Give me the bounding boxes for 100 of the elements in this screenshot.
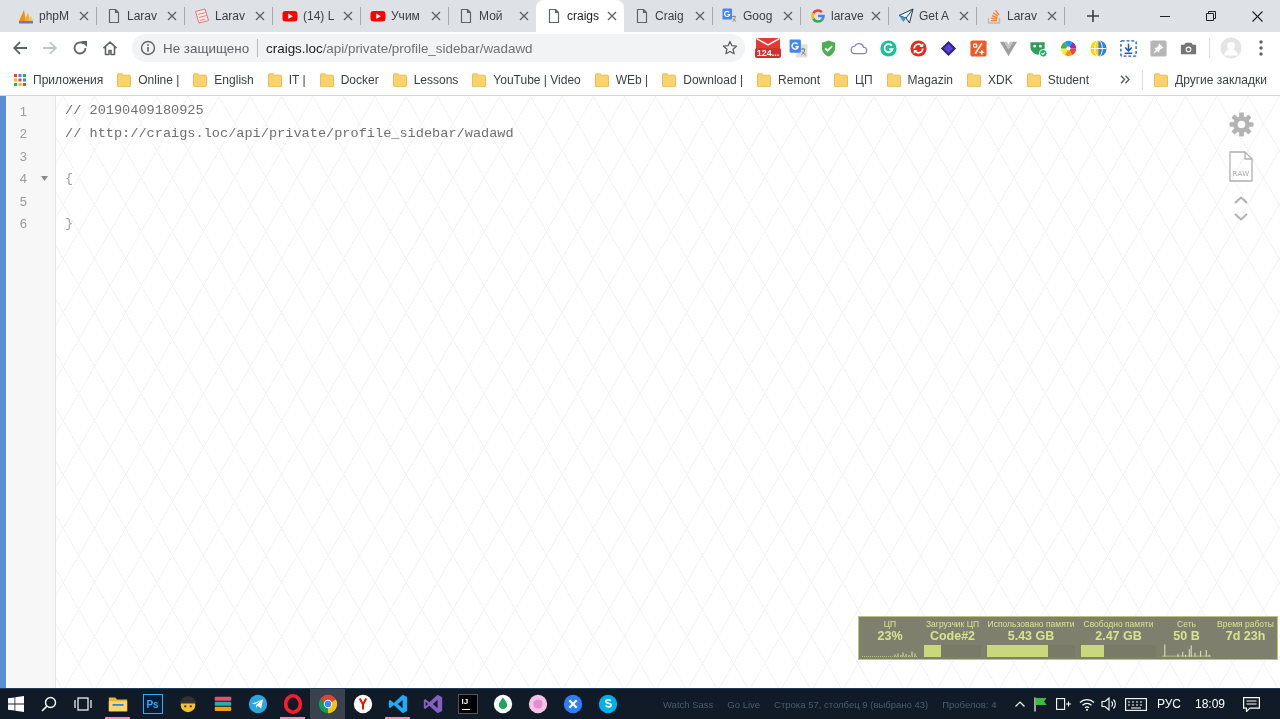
play-logo-icon bbox=[282, 8, 298, 24]
cross-circle-icon[interactable] bbox=[561, 693, 584, 715]
download-icon[interactable] bbox=[1118, 38, 1138, 58]
stack-logo-icon bbox=[986, 8, 1002, 24]
minimize-icon[interactable] bbox=[1160, 15, 1170, 17]
code-line: } bbox=[65, 214, 74, 233]
keyboard-icon[interactable] bbox=[1124, 697, 1147, 711]
circle-logo-icon[interactable] bbox=[526, 693, 549, 715]
paper-plane-icon[interactable] bbox=[246, 693, 269, 715]
browser-tab[interactable]: Goog bbox=[712, 0, 800, 32]
browser-tab[interactable]: larave bbox=[800, 0, 888, 32]
browser-tab[interactable]: Larav bbox=[976, 0, 1064, 32]
y-circle-icon[interactable] bbox=[351, 693, 374, 715]
fold-arrow-icon[interactable] bbox=[40, 176, 48, 182]
bookmark-folder[interactable]: Student bbox=[1019, 66, 1097, 93]
browser-tab[interactable]: Учим bbox=[360, 0, 448, 32]
folder-icon bbox=[966, 72, 981, 87]
plus-icon[interactable] bbox=[1087, 10, 1099, 22]
folder-icon bbox=[757, 72, 772, 87]
taskbar-button[interactable] bbox=[310, 689, 345, 719]
metric-value: Code#2 bbox=[929, 629, 976, 644]
start-icon[interactable] bbox=[8, 696, 24, 712]
app-logo-tile[interactable]: Ps bbox=[142, 694, 163, 714]
menu-icon[interactable] bbox=[1259, 40, 1263, 56]
metric-label: Загрузчик ЦП bbox=[925, 619, 980, 629]
segmented-circle-icon[interactable] bbox=[316, 693, 339, 715]
ribbon-logo-icon[interactable] bbox=[386, 693, 409, 715]
url-text[interactable]: craigs.loc/api/private/profile_sidebar/wadawd bbox=[266, 40, 533, 56]
clock-time[interactable]: 18:09 bbox=[1185, 689, 1234, 719]
security-label[interactable]: Не защищено bbox=[163, 40, 250, 56]
close-icon[interactable] bbox=[607, 11, 617, 21]
metric-value: 23% bbox=[877, 629, 903, 644]
bookmark-star-icon[interactable] bbox=[722, 40, 738, 56]
home-icon[interactable] bbox=[102, 40, 118, 56]
status-bar-text: Go Live bbox=[727, 698, 761, 710]
layers-icon[interactable] bbox=[938, 38, 958, 58]
apps-button[interactable]: Приложения bbox=[7, 66, 111, 93]
sketch-page-icon bbox=[194, 8, 210, 24]
bookmark-folder[interactable]: English bbox=[186, 66, 261, 93]
bookmark-folder[interactable]: IT | bbox=[260, 66, 313, 93]
device-icon[interactable] bbox=[1055, 698, 1072, 710]
language-indicator[interactable]: РУС bbox=[1151, 689, 1186, 719]
browser-tab[interactable]: Get A bbox=[888, 0, 976, 32]
bookmark-folder[interactable]: Online | bbox=[110, 66, 187, 93]
bookmark-folder[interactable]: ЦП bbox=[827, 66, 880, 93]
page-icon bbox=[634, 8, 650, 24]
code-line: { bbox=[65, 169, 74, 188]
back-icon[interactable] bbox=[12, 40, 28, 56]
wifi-icon[interactable] bbox=[1078, 697, 1095, 711]
bookmark-folder[interactable]: Download | bbox=[655, 66, 751, 93]
bookmark-folder[interactable]: Remont bbox=[750, 66, 828, 93]
line-number: 5 bbox=[19, 193, 27, 209]
envelope-icon[interactable] bbox=[756, 38, 780, 49]
droplet-icon[interactable] bbox=[491, 693, 514, 715]
ring-logo-icon[interactable] bbox=[281, 693, 304, 715]
line-number: 6 bbox=[19, 216, 27, 232]
bookmark-folder[interactable]: Docker bbox=[312, 66, 386, 93]
status-bar-text: Watch Sass bbox=[663, 698, 714, 710]
bookmark-folder[interactable]: YouTube | Video bbox=[465, 66, 588, 93]
info-icon[interactable] bbox=[140, 40, 156, 56]
metric-value: 5.43 GB bbox=[1007, 629, 1055, 644]
browser-tab[interactable]: Craig bbox=[624, 0, 712, 32]
browser-tab[interactable]: craigs bbox=[536, 0, 624, 32]
flag-icon[interactable] bbox=[1034, 696, 1048, 712]
globe-icon[interactable] bbox=[1088, 38, 1108, 58]
bookmark-folder[interactable]: Magazin bbox=[879, 66, 960, 93]
address-bar[interactable]: Не защищено craigs.loc/api/private/profile_sidebar/wadawd bbox=[132, 34, 745, 62]
task-view-icon[interactable] bbox=[74, 697, 92, 711]
search-icon[interactable] bbox=[41, 696, 57, 712]
close-icon[interactable] bbox=[1251, 10, 1263, 22]
paper-plane-icon bbox=[898, 8, 914, 24]
bookmark-folder[interactable]: Другие закладки bbox=[1147, 66, 1274, 93]
folder-icon bbox=[193, 72, 208, 87]
app-logo-tile[interactable]: IJ bbox=[457, 694, 478, 714]
metric-label: Использовано памяти bbox=[987, 619, 1075, 629]
browser-tab[interactable]: phpM bbox=[8, 0, 96, 32]
bubble-logo-icon[interactable] bbox=[596, 693, 619, 715]
browser-tab[interactable]: Мой bbox=[448, 0, 536, 32]
browser-tab[interactable]: Larav bbox=[96, 0, 184, 32]
metric-label: Свободно памяти bbox=[1083, 619, 1154, 629]
bookmark-folder[interactable]: XDK bbox=[959, 66, 1020, 93]
reload-icon[interactable] bbox=[72, 40, 88, 56]
apps-grid-icon bbox=[14, 73, 26, 86]
wheel-icon[interactable] bbox=[1058, 38, 1078, 58]
browser-tab[interactable]: (14) L bbox=[272, 0, 360, 32]
metric-label: Сеть bbox=[1177, 619, 1196, 629]
folder-icon bbox=[1026, 72, 1041, 87]
sync-icon[interactable] bbox=[908, 38, 928, 58]
translate-icon[interactable] bbox=[788, 38, 808, 58]
bookmark-folder[interactable]: WEb | bbox=[587, 66, 656, 93]
browser-tab[interactable]: Larav bbox=[184, 0, 272, 32]
infinity-logo-icon[interactable] bbox=[421, 693, 444, 715]
notification-icon[interactable] bbox=[1242, 696, 1260, 712]
bookmark-folder[interactable]: Lessons bbox=[385, 66, 466, 93]
restore-icon[interactable] bbox=[1206, 11, 1216, 21]
volume-icon[interactable] bbox=[1100, 697, 1117, 711]
folder-icon bbox=[267, 72, 282, 87]
play-logo-icon bbox=[370, 8, 386, 24]
double-chevron-icon[interactable] bbox=[1120, 75, 1131, 84]
percent-icon[interactable] bbox=[968, 38, 988, 58]
